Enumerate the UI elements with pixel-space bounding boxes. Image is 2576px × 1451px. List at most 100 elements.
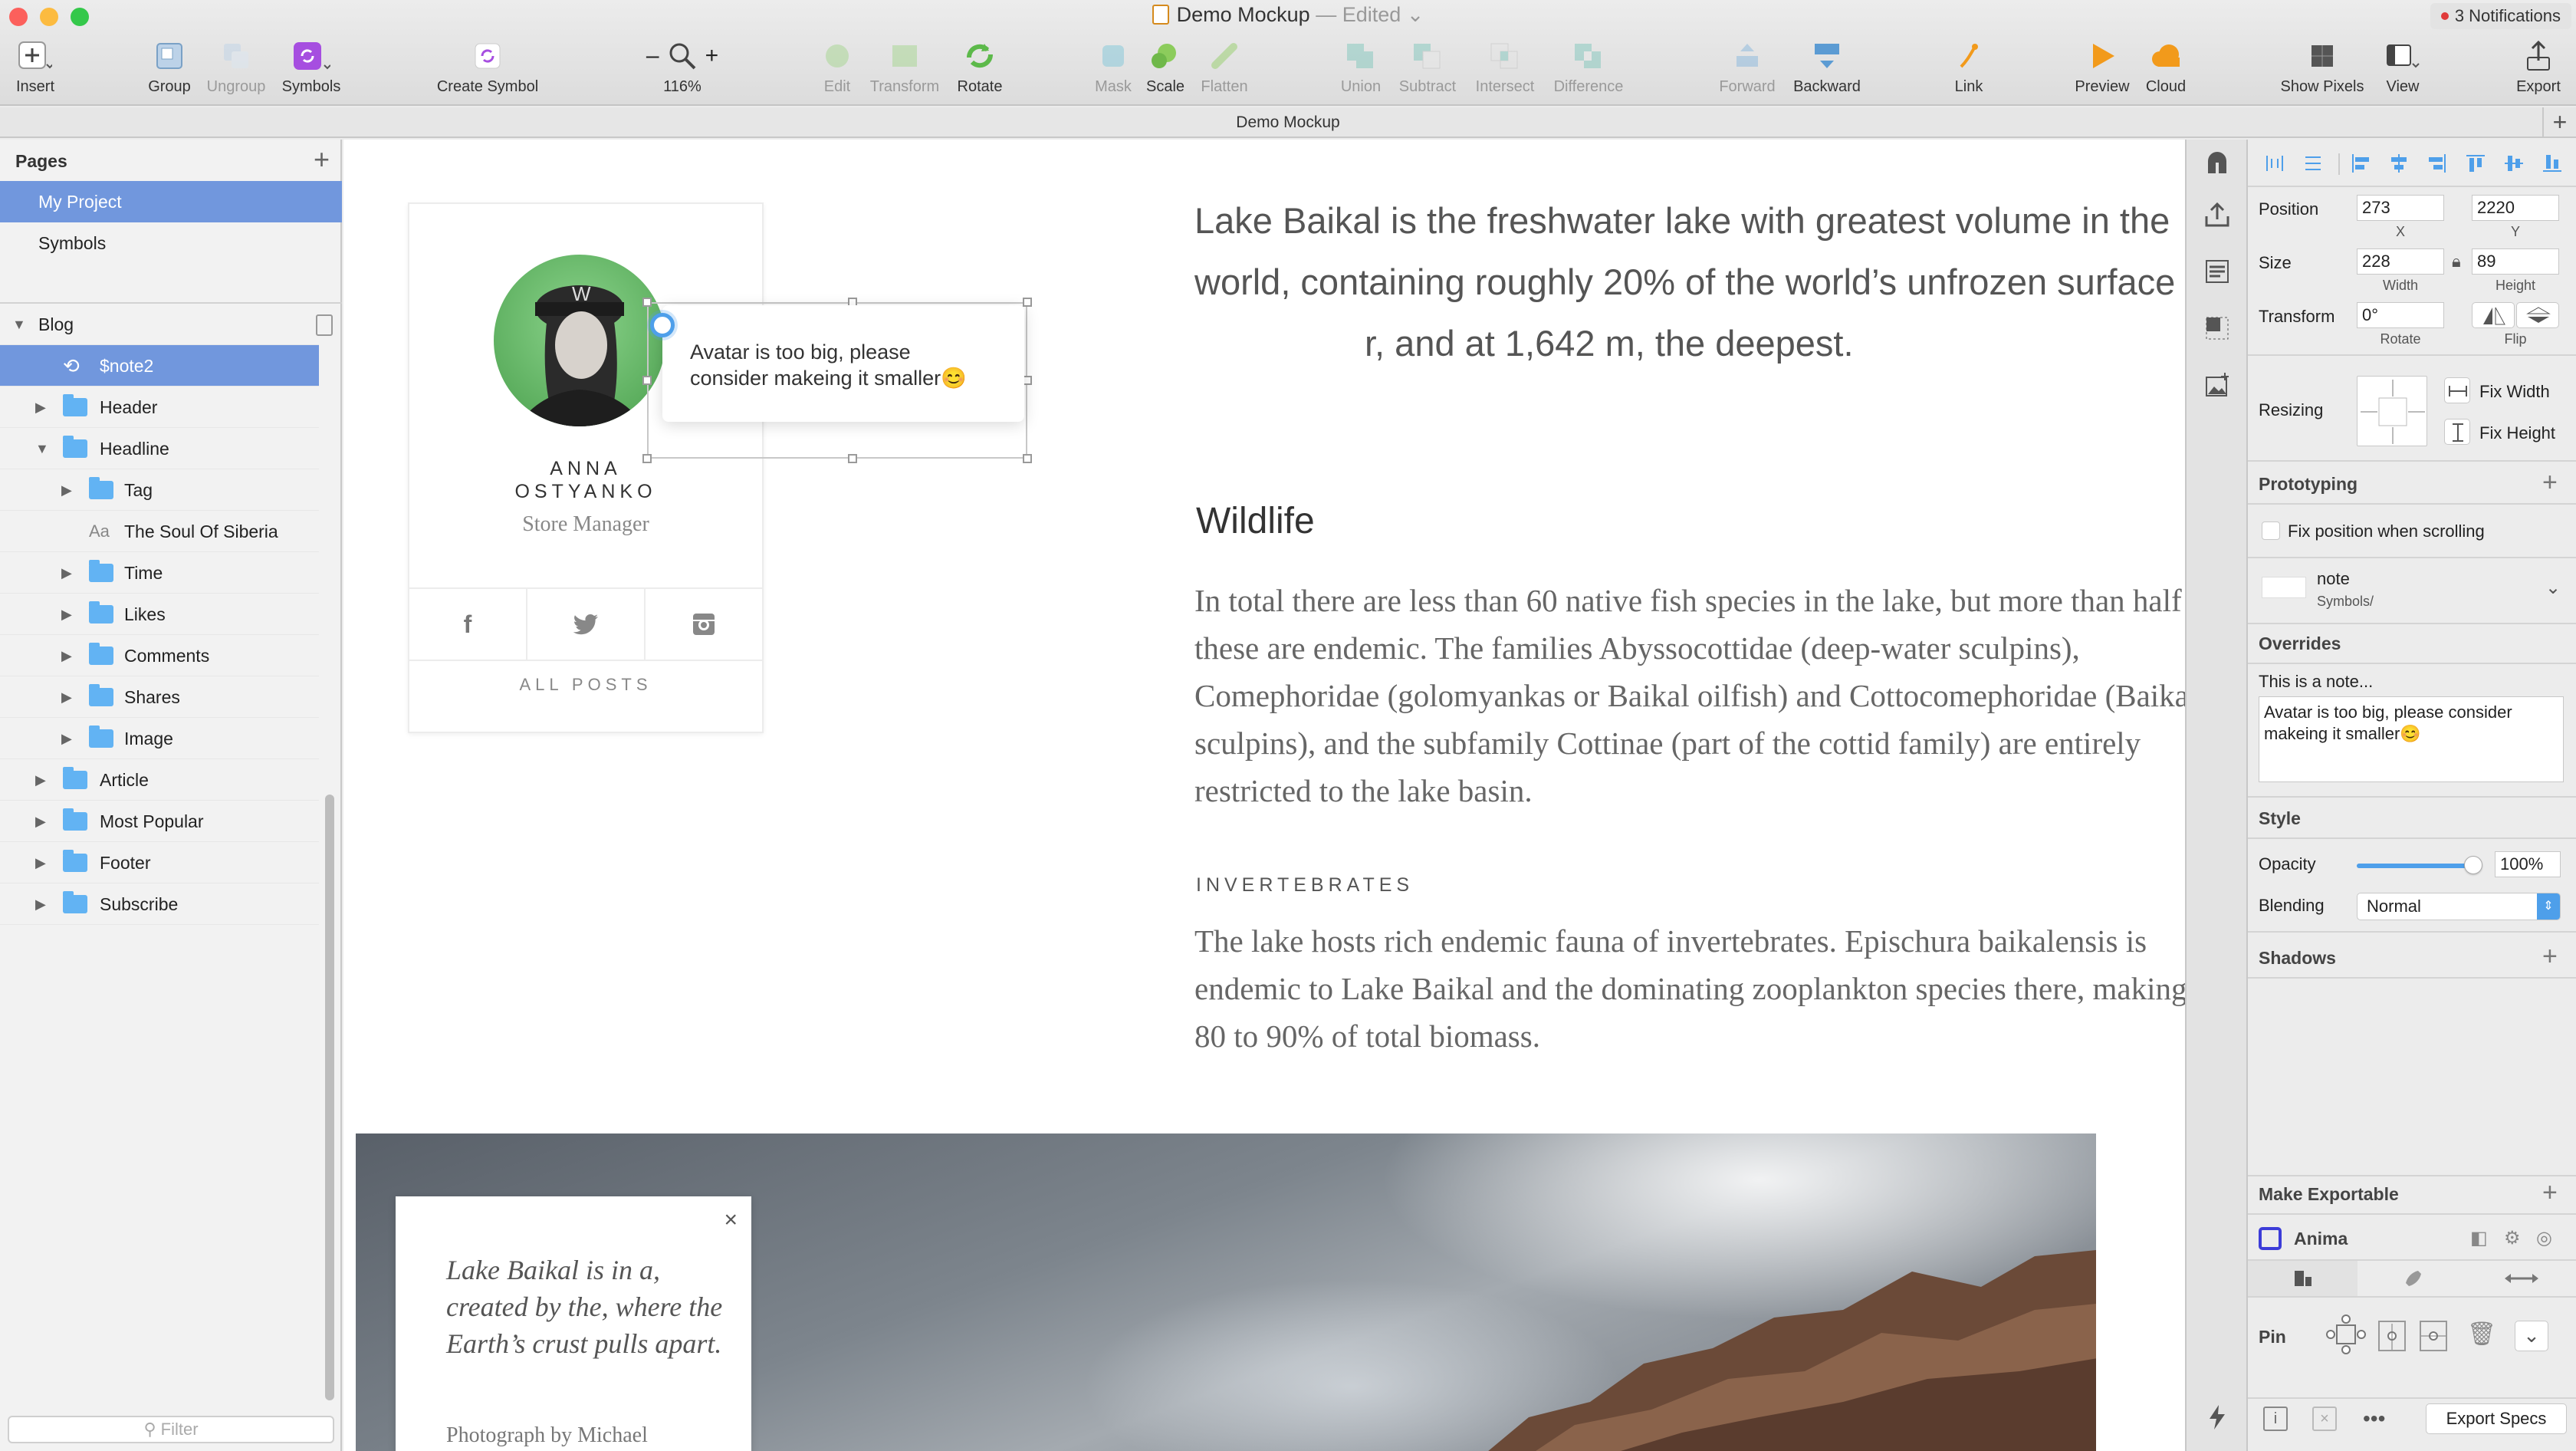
chevron-down-icon[interactable]: ⌄ (2545, 577, 2561, 599)
add-export-button[interactable]: + (2542, 1180, 2558, 1206)
help-icon[interactable]: ◎ (2536, 1227, 2552, 1249)
link-button[interactable]: Link (1946, 37, 1992, 100)
opacity-slider-track[interactable] (2357, 864, 2473, 868)
disclosure-closed-icon[interactable]: ▶ (61, 552, 72, 594)
opacity-slider-knob[interactable] (2464, 856, 2482, 874)
create-symbol-button[interactable]: Create Symbol (429, 37, 546, 100)
fix-position-checkbox[interactable] (2262, 522, 2280, 540)
fix-height-icon[interactable] (2444, 419, 2470, 445)
layout-icon[interactable] (2197, 252, 2237, 291)
fix-width-icon[interactable] (2444, 377, 2470, 403)
resize-handle[interactable] (642, 454, 652, 463)
resize-handle[interactable] (642, 376, 652, 385)
export-button[interactable]: Export (2512, 37, 2565, 100)
transform-button[interactable]: Transform (866, 37, 943, 100)
align-left-icon[interactable] (2348, 150, 2374, 176)
twitter-icon[interactable] (527, 589, 646, 660)
disclosure-closed-icon[interactable]: ▶ (35, 759, 46, 801)
close-icon[interactable]: × (724, 1207, 738, 1233)
layers-scrollbar[interactable] (325, 795, 334, 1400)
export-specs-button[interactable]: Export Specs (2426, 1403, 2567, 1434)
panel-toggle-icon[interactable]: ◧ (2470, 1227, 2488, 1249)
disclosure-open-icon[interactable]: ▼ (35, 428, 49, 469)
disclosure-closed-icon[interactable]: ▶ (35, 842, 46, 883)
disclosure-closed-icon[interactable]: ▶ (61, 469, 72, 511)
filter-input[interactable]: ⚲ Filter (8, 1416, 334, 1443)
view-button[interactable]: View (2380, 37, 2426, 100)
show-pixels-button[interactable]: Show Pixels (2274, 37, 2371, 100)
insert-button[interactable]: Insert (11, 37, 60, 100)
page-item-my-project[interactable]: My Project (0, 181, 342, 222)
resize-handle[interactable] (1023, 454, 1032, 463)
pin-dropdown-button[interactable]: ⌄ (2515, 1321, 2548, 1351)
x-field[interactable]: 273 (2357, 195, 2444, 221)
align-top-icon[interactable] (2463, 150, 2489, 176)
pin-vertical-icon[interactable] (2378, 1321, 2406, 1351)
layer-note2[interactable]: ⟲ $note2 (0, 345, 319, 387)
layer-the-soul-of-siberia[interactable]: Aa The Soul Of Siberia (0, 511, 319, 552)
instagram-icon[interactable] (646, 589, 762, 660)
zoom-in-button[interactable]: + (705, 43, 719, 69)
more-icon[interactable]: ••• (2363, 1407, 2385, 1431)
cloud-button[interactable]: Cloud (2139, 37, 2193, 100)
disclosure-closed-icon[interactable]: ▶ (35, 801, 46, 842)
photo-caption-card[interactable]: × Lake Baikal is in a, created by the, w… (396, 1196, 751, 1451)
avatar[interactable]: W (494, 255, 665, 426)
tab-links-icon[interactable] (2466, 1261, 2576, 1296)
resizing-control[interactable] (2357, 376, 2427, 446)
layer-subscribe[interactable]: ▶ Subscribe (0, 883, 319, 925)
note-bubble[interactable]: Avatar is too big, please consider makei… (662, 305, 1024, 422)
canvas[interactable]: W ANNA OSTYANKO Store Manager f ALL POST… (343, 140, 2185, 1451)
zoom-out-button[interactable]: – (646, 43, 659, 69)
new-tab-button[interactable]: + (2542, 107, 2576, 138)
layer-article[interactable]: ▶ Article (0, 759, 319, 801)
resize-handle[interactable] (848, 454, 857, 463)
close-icon[interactable]: × (2312, 1407, 2337, 1431)
align-center-icon[interactable] (2386, 150, 2412, 176)
layer-time[interactable]: ▶ Time (0, 552, 319, 594)
mask-button[interactable]: Mask (1089, 37, 1138, 100)
edit-button[interactable]: Edit (813, 37, 862, 100)
layer-likes[interactable]: ▶ Likes (0, 594, 319, 635)
disclosure-closed-icon[interactable]: ▶ (61, 635, 72, 676)
padding-icon[interactable] (2197, 308, 2237, 348)
disclosure-closed-icon[interactable]: ▶ (61, 676, 72, 718)
layer-tag[interactable]: ▶ Tag (0, 469, 319, 511)
layer-image[interactable]: ▶ Image (0, 718, 319, 759)
notifications-button[interactable]: 3 Notifications (2430, 3, 2571, 29)
y-field[interactable]: 2220 (2472, 195, 2559, 221)
backward-button[interactable]: Backward (1785, 37, 1869, 100)
add-shadow-button[interactable]: + (2542, 943, 2558, 969)
note-pin-icon[interactable] (650, 313, 675, 337)
preview-button[interactable]: Preview (2072, 37, 2133, 100)
align-middle-icon[interactable] (2501, 150, 2527, 176)
layer-options-icon[interactable] (316, 314, 333, 336)
layer-footer[interactable]: ▶ Footer (0, 842, 319, 883)
disclosure-closed-icon[interactable]: ▶ (35, 883, 46, 925)
anima-logo-icon[interactable] (2197, 144, 2237, 184)
document-tab[interactable]: Demo Mockup (0, 107, 2576, 138)
distribute-horizontal-icon[interactable] (2262, 150, 2288, 176)
flip-horizontal-button[interactable] (2472, 302, 2515, 328)
add-page-button[interactable]: + (314, 146, 330, 173)
layer-most-popular[interactable]: ▶ Most Popular (0, 801, 319, 842)
page-item-symbols[interactable]: Symbols (0, 222, 342, 264)
blending-select[interactable]: Normal ⇕ (2357, 893, 2561, 920)
forward-button[interactable]: Forward (1714, 37, 1780, 100)
disclosure-closed-icon[interactable]: ▶ (61, 594, 72, 635)
layer-blog[interactable]: ▼ Blog (0, 304, 319, 345)
disclosure-open-icon[interactable]: ▼ (12, 304, 26, 345)
resize-handle[interactable] (642, 298, 652, 307)
layer-comments[interactable]: ▶ Comments (0, 635, 319, 676)
override-text-field[interactable]: Avatar is too big, please consider makei… (2259, 696, 2564, 782)
info-icon[interactable]: i (2263, 1407, 2288, 1431)
height-field[interactable]: 89 (2472, 248, 2559, 275)
flatten-button[interactable]: Flatten (1193, 37, 1256, 100)
opacity-field[interactable]: 100% (2495, 851, 2561, 877)
distribute-vertical-icon[interactable] (2300, 150, 2326, 176)
union-button[interactable]: Union (1332, 37, 1389, 100)
profile-card[interactable]: W ANNA OSTYANKO Store Manager f ALL POST… (408, 202, 764, 733)
symbols-button[interactable]: Symbols (276, 37, 347, 100)
resize-handle[interactable] (1023, 298, 1032, 307)
pin-all-icon[interactable] (2325, 1313, 2367, 1356)
